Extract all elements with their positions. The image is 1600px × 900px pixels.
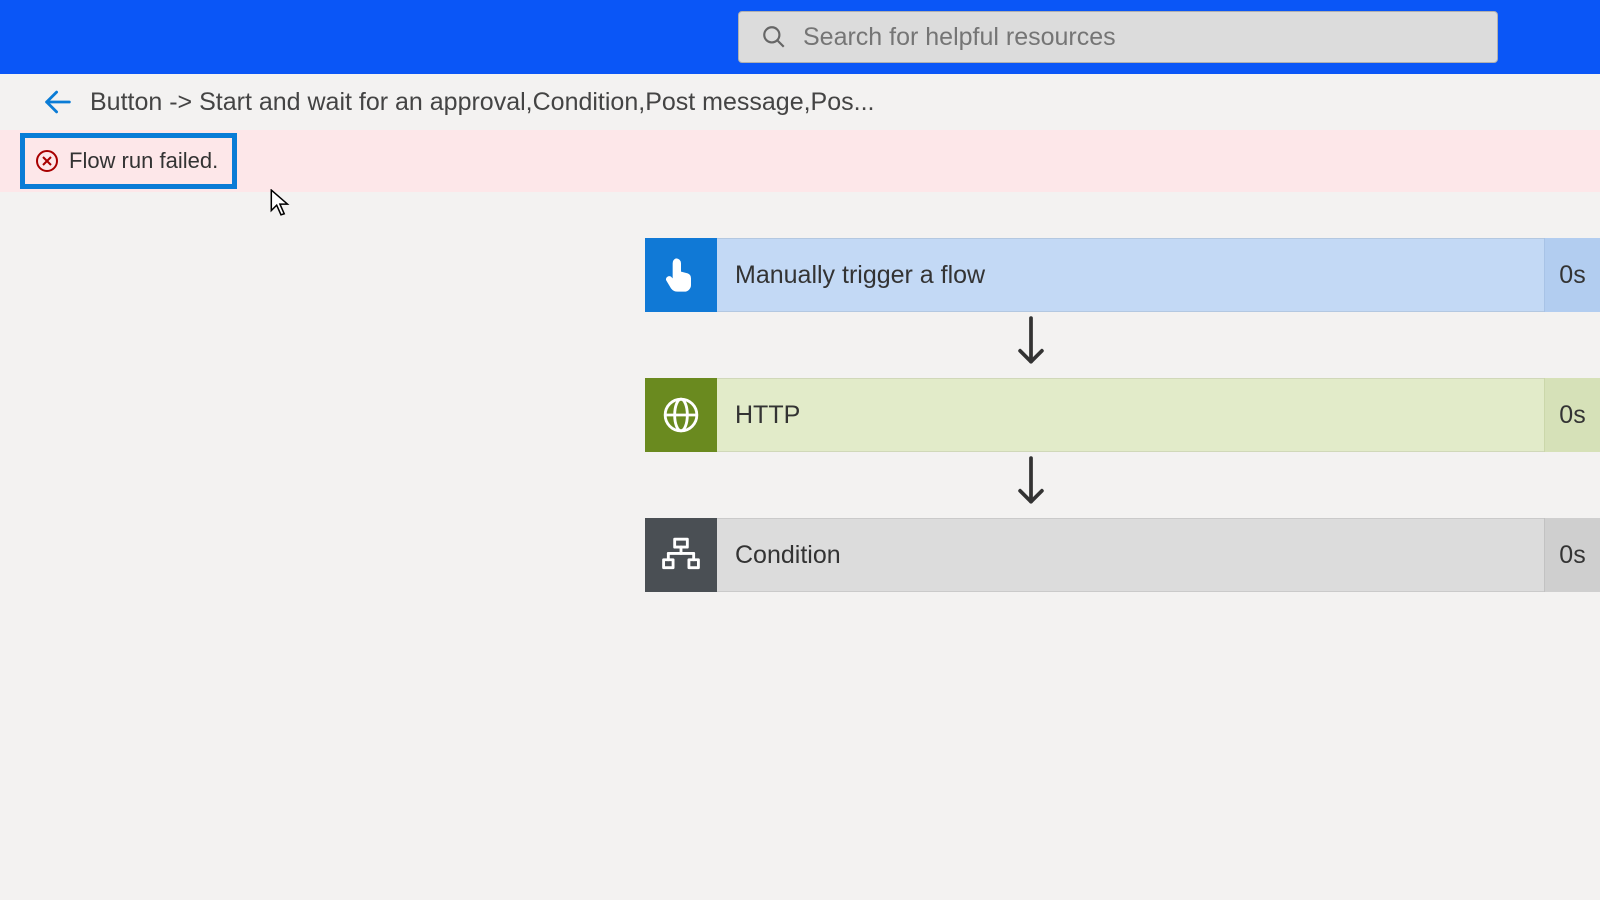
flow-column: Manually trigger a flow 0s HTTP 0s (645, 238, 1600, 592)
flow-canvas: Manually trigger a flow 0s HTTP 0s (0, 192, 1600, 592)
breadcrumb-bar: Button -> Start and wait for an approval… (0, 74, 1600, 130)
flow-step-label: Manually trigger a flow (717, 238, 1544, 312)
search-input[interactable] (803, 23, 1497, 52)
flow-step-trigger[interactable]: Manually trigger a flow 0s (645, 238, 1600, 312)
globe-icon (645, 378, 717, 452)
flow-step-condition[interactable]: Condition 0s (645, 518, 1600, 592)
error-icon (35, 149, 59, 173)
breadcrumb-title: Button -> Start and wait for an approval… (90, 88, 874, 117)
flow-step-duration: 0s (1544, 378, 1600, 452)
error-banner: Flow run failed. (0, 130, 1600, 192)
arrow-down-icon (1012, 455, 1050, 511)
flow-step-label: Condition (717, 518, 1544, 592)
flow-step-duration: 0s (1544, 518, 1600, 592)
error-message: Flow run failed. (69, 148, 218, 174)
search-icon (761, 24, 787, 50)
flow-step-label: HTTP (717, 378, 1544, 452)
touch-icon (645, 238, 717, 312)
back-arrow-icon (41, 85, 75, 119)
search-box[interactable] (738, 11, 1498, 63)
condition-icon (645, 518, 717, 592)
error-highlight-box: Flow run failed. (20, 133, 237, 189)
flow-step-duration: 0s (1544, 238, 1600, 312)
flow-connector (645, 452, 1600, 518)
arrow-down-icon (1012, 315, 1050, 371)
back-button[interactable] (38, 82, 78, 122)
cursor-icon (270, 189, 292, 217)
flow-step-http[interactable]: HTTP 0s (645, 378, 1600, 452)
top-bar (0, 0, 1600, 74)
flow-connector (645, 312, 1600, 378)
